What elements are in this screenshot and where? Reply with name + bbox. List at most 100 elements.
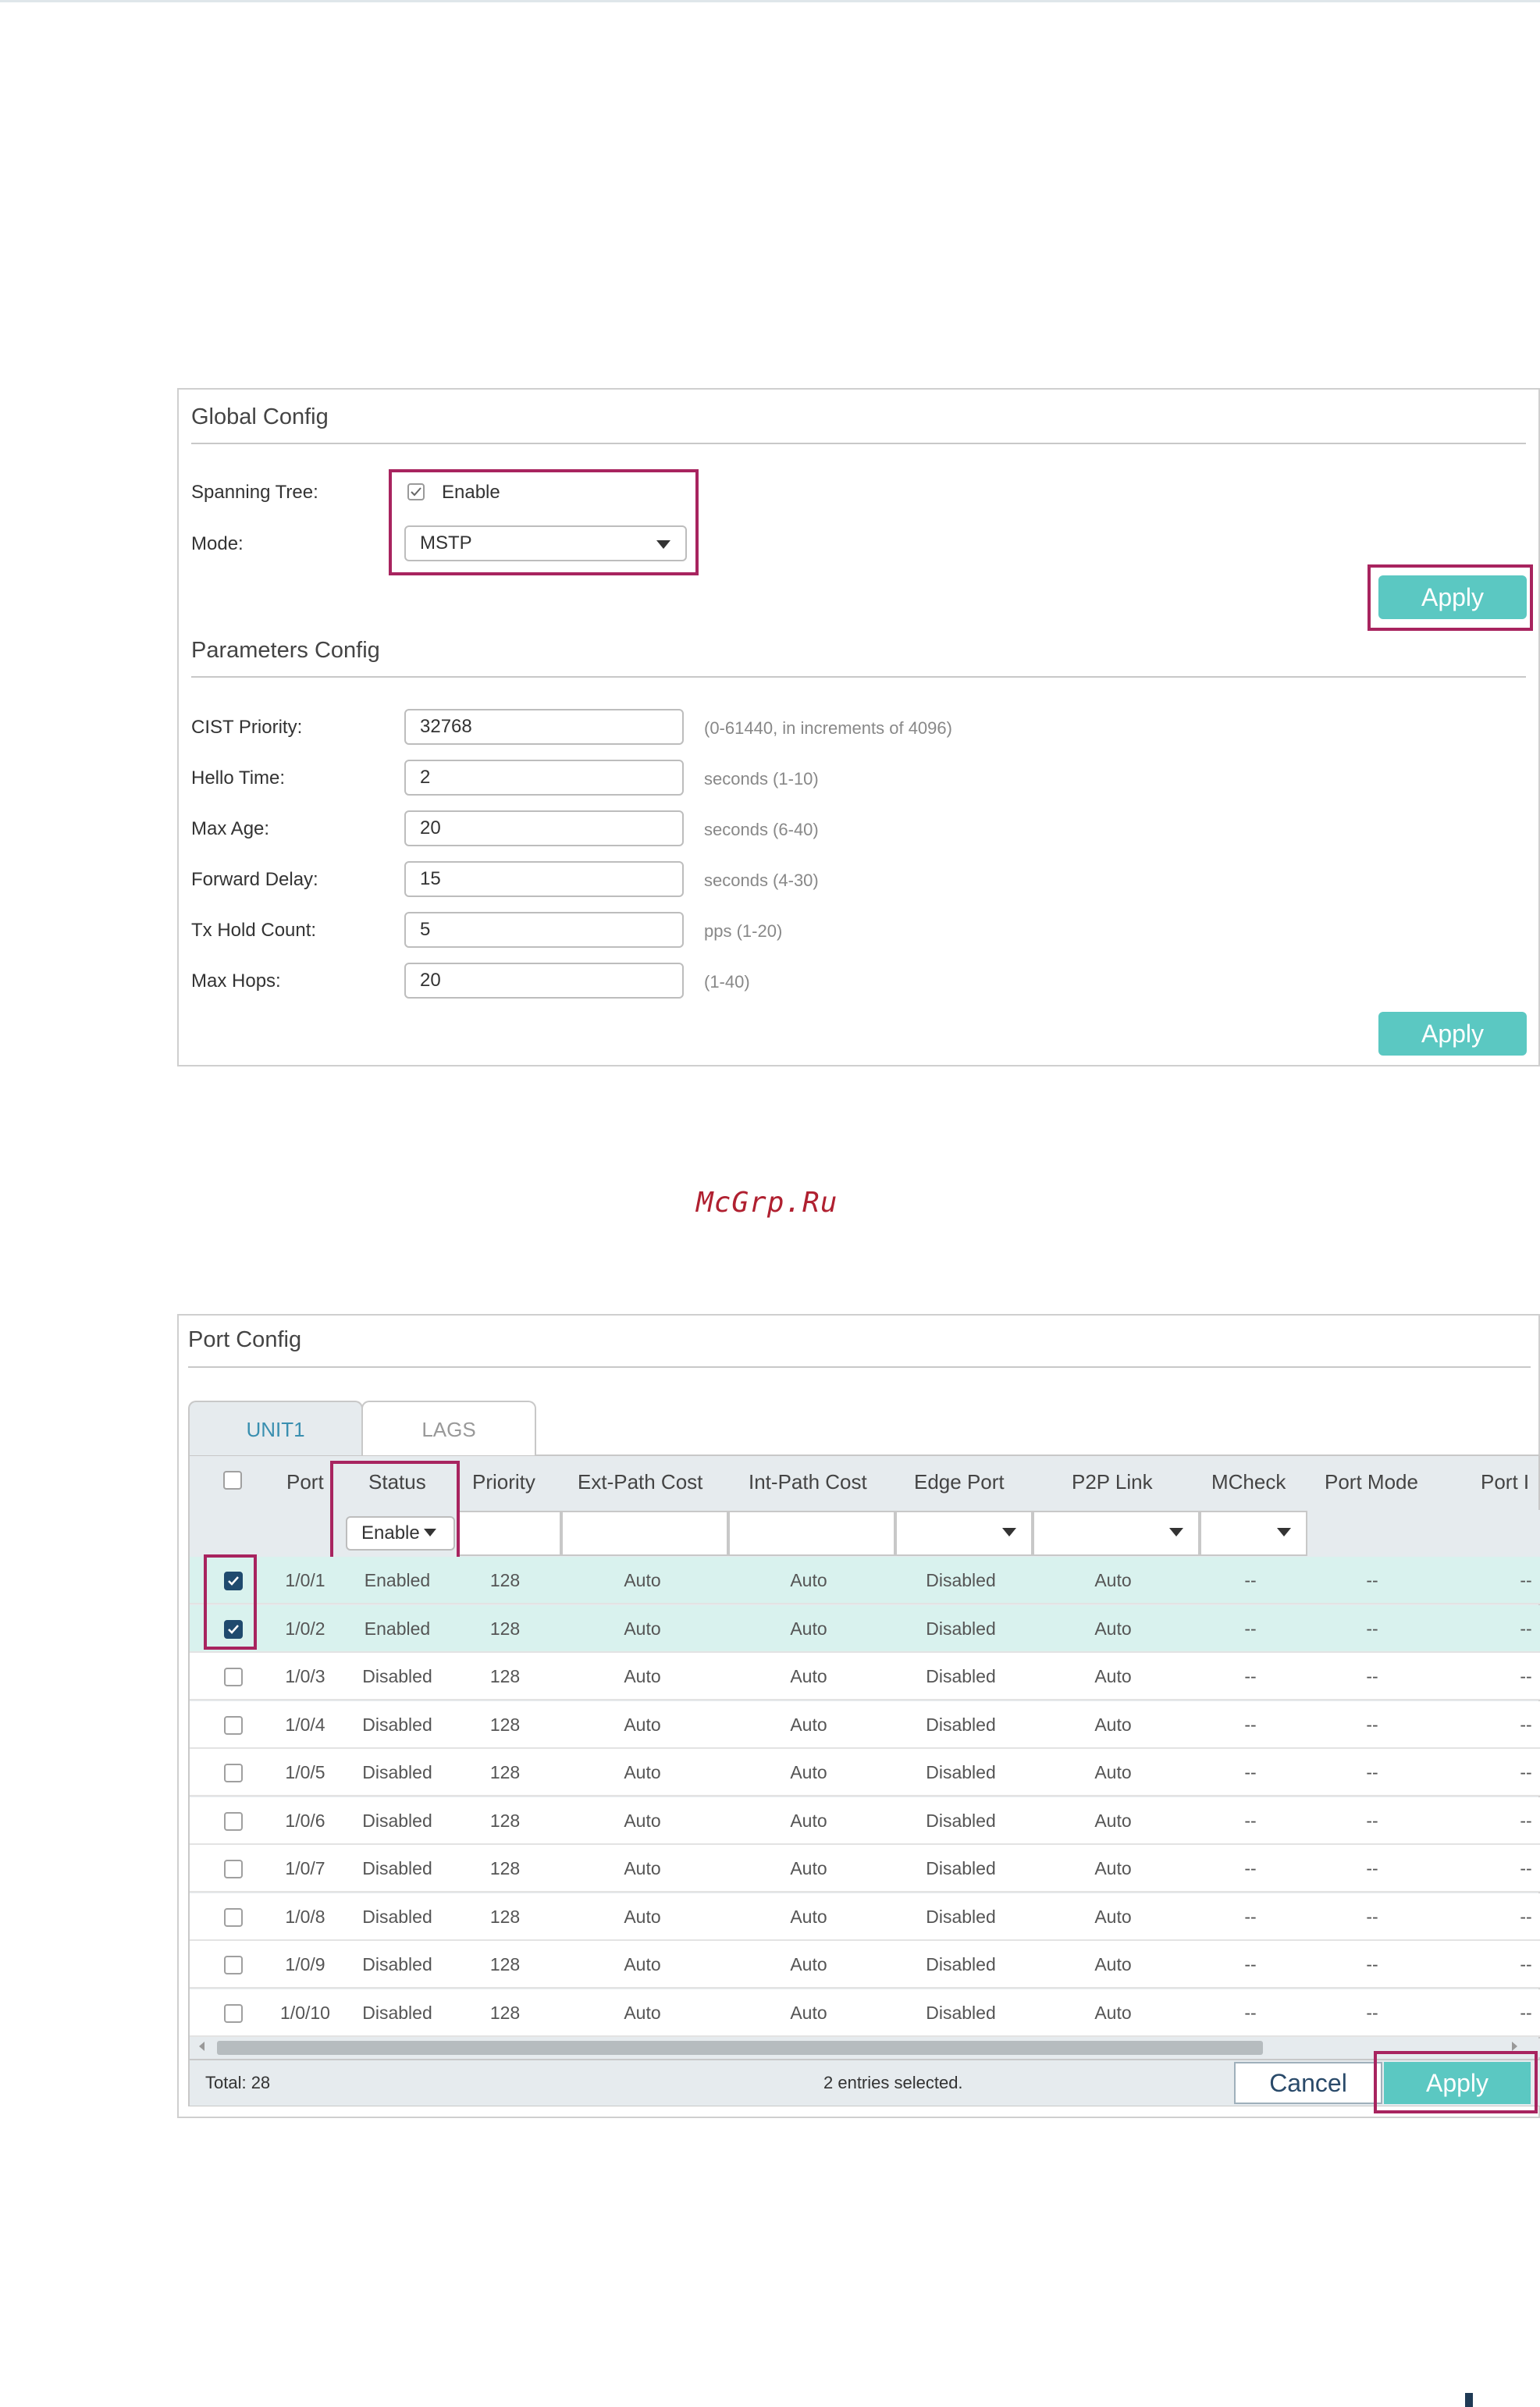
max-hops-hint: (1-40) <box>704 972 750 992</box>
table-row[interactable]: 1/0/6 Disabled 128 Auto Auto Disabled Auto -- --… <box>190 1796 1540 1845</box>
cell-port-i: -- <box>1520 1618 1532 1639</box>
max-age-input[interactable]: 20 <box>404 810 684 846</box>
cell-mcheck: -- <box>1244 1906 1257 1927</box>
forward-delay-hint: seconds (4-30) <box>704 871 819 890</box>
global-config-title: Global Config <box>191 404 329 429</box>
table-row[interactable]: 1/0/7 Disabled 128 Auto Auto Disabled Auto -- --… <box>190 1845 1540 1892</box>
scroll-right-arrow-icon[interactable] <box>1512 2042 1517 2051</box>
row-checkbox[interactable] <box>224 1811 243 1831</box>
cell-p2p-link: Auto <box>1094 2002 1132 2023</box>
parameters-config-divider <box>191 676 1526 678</box>
cell-status: Disabled <box>362 1858 432 1878</box>
cell-port: 1/0/8 <box>285 1906 325 1927</box>
page-corner-mark <box>1465 2393 1473 2407</box>
column-header-mcheck: MCheck <box>1211 1470 1286 1494</box>
cell-p2p-link: Auto <box>1094 1714 1132 1735</box>
cell-p2p-link: Auto <box>1094 1858 1132 1878</box>
cell-status: Enabled <box>364 1570 431 1590</box>
table-row[interactable]: 1/0/4 Disabled 128 Auto Auto Disabled Auto -- --… <box>190 1700 1540 1749</box>
forward-delay-input[interactable]: 15 <box>404 861 684 897</box>
max-age-label: Max Age: <box>191 818 270 839</box>
mcheck-filter-select[interactable] <box>1200 1511 1307 1556</box>
cell-mcheck: -- <box>1244 1810 1257 1831</box>
row-checkbox[interactable] <box>224 1860 243 1878</box>
parameters-apply-button[interactable]: Apply <box>1378 1012 1527 1056</box>
table-row[interactable]: 1/0/5 Disabled 128 Auto Auto Disabled Auto -- --… <box>190 1749 1540 1796</box>
cell-port-i: -- <box>1520 2002 1532 2023</box>
cell-p2p-link: Auto <box>1094 1666 1132 1686</box>
scroll-left-arrow-icon[interactable] <box>199 2042 205 2051</box>
column-header-port-mode: Port Mode <box>1325 1470 1418 1494</box>
cell-int-path-cost: Auto <box>790 1762 827 1782</box>
row-checkbox[interactable] <box>224 1956 243 1974</box>
row-checkbox[interactable] <box>224 1907 243 1927</box>
cell-status: Enabled <box>364 1618 431 1639</box>
cell-port: 1/0/2 <box>285 1618 325 1639</box>
cell-ext-path-cost: Auto <box>624 1570 661 1590</box>
cell-port-mode: -- <box>1366 1858 1378 1878</box>
hello-time-input[interactable]: 2 <box>404 760 684 796</box>
cell-port-mode: -- <box>1366 1906 1378 1927</box>
max-hops-input[interactable]: 20 <box>404 963 684 999</box>
cell-port-mode: -- <box>1366 1714 1378 1735</box>
cell-edge-port: Disabled <box>926 1954 996 1974</box>
cell-int-path-cost: Auto <box>790 1906 827 1927</box>
cell-priority: 128 <box>489 1906 521 1927</box>
cancel-button[interactable]: Cancel <box>1234 2062 1382 2104</box>
row-checkbox[interactable] <box>224 1715 243 1735</box>
tx-hold-count-input[interactable]: 5 <box>404 912 684 948</box>
cell-status: Disabled <box>362 1714 432 1735</box>
table-row[interactable]: 1/0/9 Disabled 128 Auto Auto Disabled Auto -- --… <box>190 1941 1540 1989</box>
cell-edge-port: Disabled <box>926 1618 996 1639</box>
column-header-p2p-link: P2P Link <box>1072 1470 1153 1494</box>
cell-p2p-link: Auto <box>1094 1810 1132 1831</box>
tab-lags[interactable]: LAGS <box>361 1401 536 1455</box>
tab-unit1[interactable]: UNIT1 <box>188 1401 363 1455</box>
cell-port-i: -- <box>1520 1954 1532 1974</box>
cell-port: 1/0/7 <box>285 1858 325 1878</box>
cell-ext-path-cost: Auto <box>624 1906 661 1927</box>
cell-port-mode: -- <box>1366 1666 1378 1686</box>
column-header-edge-port: Edge Port <box>914 1470 1005 1494</box>
cell-ext-path-cost: Auto <box>624 1618 661 1639</box>
cell-edge-port: Disabled <box>926 1858 996 1878</box>
cell-priority: 128 <box>489 1666 521 1686</box>
cell-edge-port: Disabled <box>926 1906 996 1927</box>
table-row[interactable]: 1/0/1 Enabled 128 Auto Auto Disabled Auto -- -- -… <box>190 1557 1540 1604</box>
cell-mcheck: -- <box>1244 1954 1257 1974</box>
cell-mcheck: -- <box>1244 1714 1257 1735</box>
hello-time-label: Hello Time: <box>191 767 286 789</box>
ext-path-cost-filter-cell[interactable] <box>561 1511 728 1556</box>
cell-int-path-cost: Auto <box>790 1810 827 1831</box>
cell-ext-path-cost: Auto <box>624 1666 661 1686</box>
select-all-checkbox[interactable] <box>223 1471 242 1490</box>
cist-priority-input[interactable]: 32768 <box>404 709 684 745</box>
cell-mcheck: -- <box>1244 1570 1257 1590</box>
int-path-cost-filter-cell[interactable] <box>728 1511 895 1556</box>
column-header-port: Port <box>286 1470 324 1494</box>
row-checkbox[interactable] <box>224 1668 243 1686</box>
cell-int-path-cost: Auto <box>790 1954 827 1974</box>
scrollbar-thumb[interactable] <box>217 2041 1263 2055</box>
highlight-box-apply <box>1368 564 1533 631</box>
cell-int-path-cost: Auto <box>790 1858 827 1878</box>
priority-filter-cell[interactable] <box>458 1511 561 1556</box>
cell-p2p-link: Auto <box>1094 1570 1132 1590</box>
table-row[interactable]: 1/0/8 Disabled 128 Auto Auto Disabled Auto -- --… <box>190 1892 1540 1941</box>
table-row[interactable]: 1/0/2 Enabled 128 Auto Auto Disabled Auto -- -- -… <box>190 1604 1540 1653</box>
selected-count: 2 entries selected. <box>823 2073 963 2092</box>
cell-port: 1/0/5 <box>285 1762 325 1782</box>
cell-status: Disabled <box>362 2002 432 2023</box>
cell-status: Disabled <box>362 1666 432 1686</box>
cell-priority: 128 <box>489 1954 521 1974</box>
global-config-divider <box>191 443 1526 444</box>
row-checkbox[interactable] <box>224 2003 243 2023</box>
tx-hold-count-hint: pps (1-20) <box>704 921 783 941</box>
table-row[interactable]: 1/0/3 Disabled 128 Auto Auto Disabled Auto -- --… <box>190 1653 1540 1700</box>
cell-ext-path-cost: Auto <box>624 1954 661 1974</box>
cell-port: 1/0/9 <box>285 1954 325 1974</box>
chevron-down-icon <box>1277 1528 1291 1536</box>
row-checkbox[interactable] <box>224 1764 243 1782</box>
table-row[interactable]: 1/0/10 Disabled 128 Auto Auto Disabled Auto -- -… <box>190 1989 1540 2037</box>
cell-status: Disabled <box>362 1954 432 1974</box>
